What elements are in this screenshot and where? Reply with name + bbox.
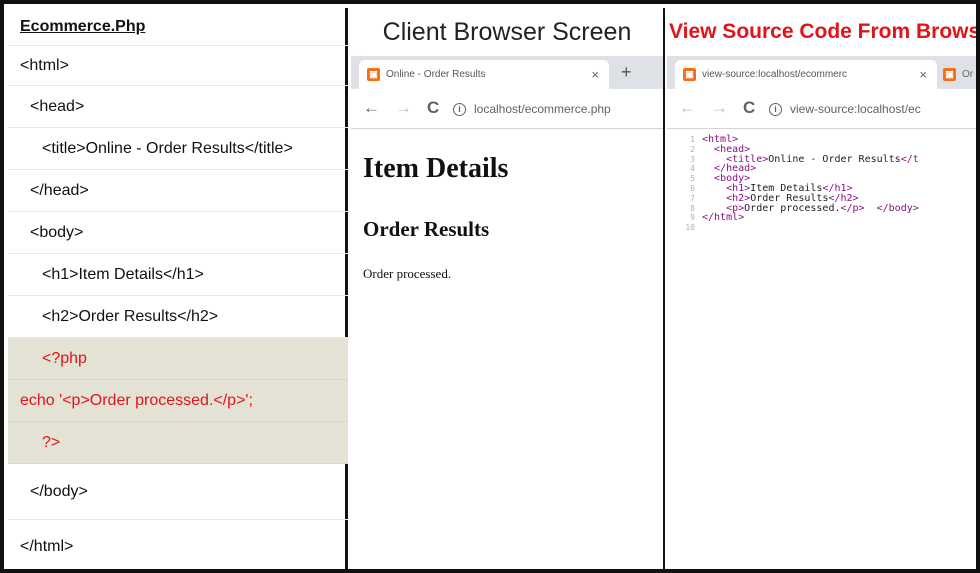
client-browser-panel: Client Browser Screen ▣ Online - Order R…: [351, 8, 665, 569]
back-arrow-icon[interactable]: ←: [363, 99, 380, 117]
php-line-php-close: ?>: [8, 422, 348, 464]
code-tag: </t: [900, 153, 919, 165]
close-icon[interactable]: ×: [919, 67, 927, 82]
reload-icon[interactable]: C: [743, 99, 755, 117]
php-line-echo: echo '<p>Order processed.</p>';: [8, 380, 348, 422]
code-tag: </html>: [702, 212, 745, 224]
client-tabstrip: ▣ Online - Order Results × +: [351, 56, 663, 89]
client-url: localhost/ecommerce.php: [474, 102, 611, 116]
page-heading-h1: Item Details: [363, 153, 509, 184]
php-line-body-close: </body>: [8, 464, 348, 520]
source-toolbar: ← → C i view-source:localhost/ec: [667, 89, 976, 129]
code-line: 10: [667, 223, 976, 233]
source-address-bar[interactable]: i view-source:localhost/ec: [769, 98, 976, 120]
xampp-favicon-icon: ▣: [683, 68, 696, 81]
source-url: view-source:localhost/ec: [790, 102, 921, 116]
forward-arrow-icon[interactable]: →: [395, 99, 412, 117]
php-line-h1: <h1>Item Details</h1>: [8, 254, 348, 296]
line-number: 10: [685, 223, 695, 233]
php-line-h2: <h2>Order Results</h2>: [8, 296, 348, 338]
xampp-favicon-icon: ▣: [367, 68, 380, 81]
client-tab-title: Online - Order Results: [386, 69, 486, 80]
line-number: 6: [690, 183, 695, 193]
php-source-panel: Ecommerce.Php <html> <head> <title>Onlin…: [8, 8, 348, 569]
back-arrow-icon[interactable]: ←: [679, 99, 696, 117]
new-tab-button[interactable]: +: [621, 62, 632, 83]
php-line-php-open: <?php: [8, 338, 348, 380]
code-text: Online - Order Results: [768, 153, 901, 165]
line-number: 4: [690, 164, 695, 174]
client-panel-heading: Client Browser Screen: [382, 17, 632, 46]
second-tab[interactable]: ▣ Or: [943, 60, 973, 89]
view-source-panel: View Source Code From Browser ▣ view-sou…: [667, 8, 980, 569]
forward-arrow-icon[interactable]: →: [711, 99, 728, 117]
second-tab-title: Or: [962, 69, 974, 80]
xampp-favicon-icon: ▣: [943, 68, 956, 81]
client-toolbar: ← → C i localhost/ecommerce.php: [351, 89, 663, 129]
php-line-title: <title>Online - Order Results</title>: [8, 128, 348, 170]
reload-icon[interactable]: C: [427, 99, 439, 117]
line-number: 3: [690, 154, 695, 164]
source-panel-heading: View Source Code From Browser: [669, 20, 980, 43]
php-line-html-close: </html>: [20, 537, 74, 555]
line-number: 5: [690, 174, 695, 184]
source-tab[interactable]: ▣ view-source:localhost/ecommerc ×: [675, 60, 937, 89]
client-address-bar[interactable]: i localhost/ecommerce.php: [453, 98, 663, 120]
source-tabstrip: ▣ view-source:localhost/ecommerc × ▣ Or: [667, 56, 976, 89]
code-line: 9 </html>: [667, 212, 976, 224]
php-line-body-open: <body>: [8, 212, 348, 254]
line-number: 7: [690, 193, 695, 203]
php-line-head-open: <head>: [8, 86, 348, 128]
line-number: 2: [690, 144, 695, 154]
client-page-content: Item Details Order Results Order process…: [351, 129, 663, 569]
page-paragraph: Order processed.: [363, 266, 452, 281]
source-code-view: 1 <html> 2 <head> 3 <title> Online - Orde…: [667, 135, 976, 233]
client-tab[interactable]: ▣ Online - Order Results ×: [359, 60, 609, 89]
page-heading-h2: Order Results: [363, 217, 490, 241]
line-number: 9: [690, 213, 695, 223]
figure-frame: Ecommerce.Php <html> <head> <title>Onlin…: [0, 0, 980, 573]
php-line-head-close: </head>: [8, 170, 348, 212]
php-line-html-open: <html>: [8, 46, 348, 86]
php-file-title: Ecommerce.Php: [8, 8, 348, 46]
info-icon[interactable]: i: [453, 102, 466, 116]
code-text: Order processed.: [744, 202, 841, 214]
line-number: 8: [690, 203, 695, 213]
source-tab-title: view-source:localhost/ecommerc: [702, 69, 848, 80]
code-tag: </p> </body>: [840, 202, 919, 214]
close-icon[interactable]: ×: [591, 67, 599, 82]
line-number: 1: [690, 135, 695, 144]
info-icon[interactable]: i: [769, 102, 782, 116]
